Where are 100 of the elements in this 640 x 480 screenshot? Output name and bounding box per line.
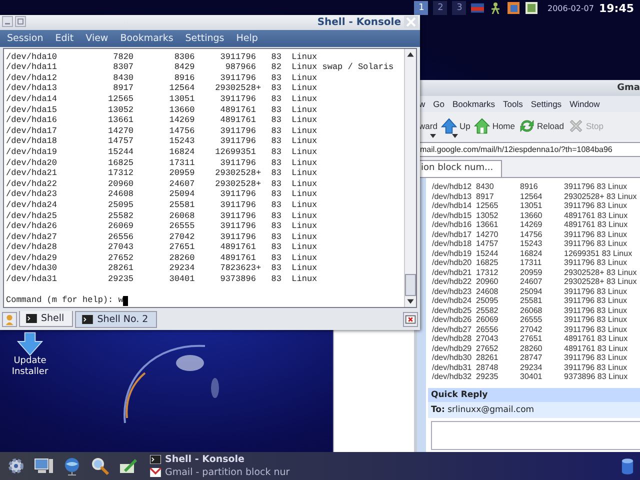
- message-line: /dev/hdb24 25095 25581 3911796 83 Linux: [432, 296, 628, 306]
- menu-item[interactable]: Window: [570, 99, 600, 109]
- gear-icon[interactable]: [6, 456, 26, 476]
- terminal-line: /dev/hda22 20960 24607 29302528+ 83 Linux: [6, 178, 318, 190]
- menu-item[interactable]: View: [86, 32, 108, 44]
- cross-icon: [568, 118, 584, 134]
- terminal-line: /dev/hda23 24608 25094 3911796 83 Linux: [6, 189, 318, 200]
- taskbar-task[interactable]: Gmail - partition block nur: [150, 466, 290, 479]
- message-line: /dev/hdb28 27043 27651 4891761 83 Linux: [432, 334, 629, 344]
- message-line: /dev/hdb20 16825 17311 3911796 83 Linux: [432, 258, 628, 268]
- menu-item[interactable]: Help: [236, 32, 258, 44]
- message-line: /dev/hdb32 29235 30401 9373896 83 Linux: [432, 372, 629, 382]
- terminal-line: /dev/hda31 29235 30401 9373896 83 Linux: [6, 274, 318, 285]
- message-line: /dev/hdb13 8917 12564 29302528+ 83 Linux: [432, 192, 638, 201]
- tray-picture-icon[interactable]: [507, 2, 520, 14]
- terminal-tab[interactable]: Shell No. 2: [75, 310, 158, 328]
- message-line: /dev/hdb29 27652 28260 4891761 83 Linux: [432, 344, 629, 353]
- terminal-line: /dev/hda15 13052 13660 4891761 83 Linux: [6, 104, 318, 116]
- message-line: /dev/hdb23 24608 25094 3911796 83 Linux: [432, 286, 628, 296]
- message-line: /dev/hdb12 8430 8916 3911796 83 Linux: [432, 182, 628, 192]
- terminal-line: /dev/hda16 13661 14269 4891761 83 Linux: [6, 115, 318, 126]
- toolbar-button[interactable]: Reload: [518, 114, 565, 138]
- terminal-line: /dev/hda12 8430 8916 3911796 83 Linux: [6, 72, 318, 84]
- terminal-line: /dev/hda28 27043 27651 4891761 83 Linux: [6, 242, 318, 253]
- computer-icon[interactable]: [34, 456, 54, 476]
- terminal-line: /dev/hda10 7820 8306 3911796 83 Linux: [6, 52, 318, 62]
- terminal-line: /dev/hda20 16825 17311 3911796 83 Linux: [6, 158, 318, 168]
- quick-reply-header: Quick Reply: [428, 388, 640, 402]
- message-line: /dev/hdb16 13661 14269 4891761 83 Linux: [432, 220, 629, 230]
- dropdown-caret-icon[interactable]: [430, 134, 436, 138]
- terminal-line: /dev/hda13 8917 12564 29302528+ 83 Linux: [6, 83, 318, 94]
- menu-item[interactable]: Edit: [55, 32, 74, 44]
- desktop-pager-button[interactable]: 2: [433, 1, 448, 15]
- terminal-prompt: Command (m for help): w: [6, 295, 124, 306]
- scrollbar-thumb[interactable]: [405, 274, 416, 296]
- terminal-line: /dev/hda26 26069 26555 3911796 83 Linux: [6, 221, 318, 232]
- menu-item[interactable]: Bookmarks: [120, 32, 174, 44]
- message-line: /dev/hdb17 14270 14756 3911796 83 Linux: [432, 230, 628, 239]
- tray-figure-icon[interactable]: [489, 2, 502, 14]
- menu-item[interactable]: Bookmarks: [452, 99, 495, 109]
- browser-tab[interactable]: ion block num...: [418, 160, 502, 177]
- terminal-line: /dev/hda14 12565 13051 3911796 83 Linux: [6, 94, 318, 105]
- down-arrow-icon[interactable]: [17, 332, 43, 356]
- envelope-icon: [150, 468, 161, 477]
- message-line: /dev/hdb14 12565 13051 3911796 83 Linux: [432, 201, 628, 210]
- globe-icon[interactable]: [62, 456, 82, 476]
- toolbar-button[interactable]: Home: [473, 114, 516, 138]
- search-icon[interactable]: [90, 456, 110, 476]
- terminal-line: /dev/hda21 17312 20959 29302528+ 83 Linux: [6, 168, 318, 179]
- terminal-line: /dev/hda11 8307 8429 987966 82 Linux swap / Solaris: [6, 62, 395, 73]
- terminal-line: /dev/hda19 15244 16824 12699351 83 Linux: [6, 146, 318, 158]
- message-line: /dev/hdb30 28261 28747 3911796 83 Linux: [432, 353, 628, 362]
- up-arrow-icon: [441, 118, 458, 134]
- house-icon: [474, 118, 490, 134]
- tray-flag-icon[interactable]: [471, 2, 484, 14]
- window-title: Shell - Konsole: [316, 16, 401, 28]
- menu-item[interactable]: Settings: [530, 99, 562, 109]
- toolbar-button[interactable]: ward: [418, 114, 438, 138]
- reply-recipient: To: srlinuxx@gmail.com: [428, 402, 640, 418]
- tray-notepad-icon[interactable]: [525, 2, 538, 14]
- menu-item[interactable]: Session: [7, 32, 44, 44]
- reply-text-field[interactable]: [431, 420, 640, 450]
- terminal-icon: [150, 455, 161, 464]
- message-line: /dev/hdb19 15244 16824 12699351 83 Linux: [432, 248, 634, 258]
- close-tab-icon[interactable]: [403, 312, 418, 327]
- terminal-line: /dev/hda17 14270 14756 3911796 83 Linux: [6, 126, 318, 136]
- terminal-line: /dev/hda25 25582 26068 3911796 83 Linux: [6, 210, 318, 222]
- taskbar-task[interactable]: Shell - Konsole: [150, 453, 290, 466]
- message-line: /dev/hdb25 25582 26068 3911796 83 Linux: [432, 306, 628, 315]
- desktop-pager-button[interactable]: 1: [414, 1, 428, 15]
- address-field[interactable]: mail.google.com/mail/h/12iespdenna1o/?th=1084ba96: [418, 142, 640, 157]
- pencil-icon[interactable]: [118, 456, 138, 476]
- message-line: /dev/hdb21 17312 20959 29302528+ 83 Linux: [432, 268, 638, 277]
- menu-item[interactable]: Go: [433, 99, 444, 109]
- message-line: /dev/hdb27 26556 27042 3911796 83 Linux: [432, 324, 628, 334]
- message-line: /dev/hdb18 14757 15243 3911796 83 Linux: [432, 239, 628, 248]
- menu-item[interactable]: Tools: [503, 99, 523, 109]
- terminal-icon: [82, 314, 94, 324]
- message-line: /dev/hdb26 26069 26555 3911796 83 Linux: [432, 315, 628, 324]
- message-line: /dev/hdb15 13052 13660 4891761 83 Linux: [432, 210, 629, 220]
- window-buttons-icon[interactable]: [2, 16, 26, 28]
- message-line: /dev/hdb31 28748 29234 3911796 83 Linux: [432, 362, 628, 372]
- desktop-icon-label[interactable]: Update Installer: [6, 356, 54, 378]
- clock-date: 2006-02-07: [547, 4, 594, 12]
- text-cursor: [123, 296, 128, 306]
- terminal-line: /dev/hda24 25095 25581 3911796 83 Linux: [6, 200, 318, 210]
- menu-item[interactable]: Settings: [185, 32, 224, 44]
- terminal-line: /dev/hda27 26556 27042 3911796 83 Linux: [6, 232, 318, 242]
- cylinder-icon[interactable]: [621, 458, 634, 474]
- terminal-line: /dev/hda18 14757 15243 3911796 83 Linux: [6, 136, 318, 147]
- clock-time: 19:45: [598, 2, 634, 14]
- scrollbar[interactable]: [404, 48, 416, 308]
- window-title: Gma: [617, 83, 640, 93]
- terminal-icon: [26, 314, 37, 324]
- terminal-line: /dev/hda30 28261 29234 7823623+ 83 Linux: [6, 263, 318, 274]
- toolbar-button[interactable]: Up: [440, 114, 472, 138]
- desktop-pager-button[interactable]: 3: [452, 1, 466, 15]
- terminal-line: /dev/hda29 27652 28260 4891761 83 Linux: [6, 252, 318, 264]
- message-line: /dev/hdb22 20960 24607 29302528+ 83 Linux: [432, 277, 638, 286]
- terminal-tab[interactable]: Shell: [19, 311, 74, 328]
